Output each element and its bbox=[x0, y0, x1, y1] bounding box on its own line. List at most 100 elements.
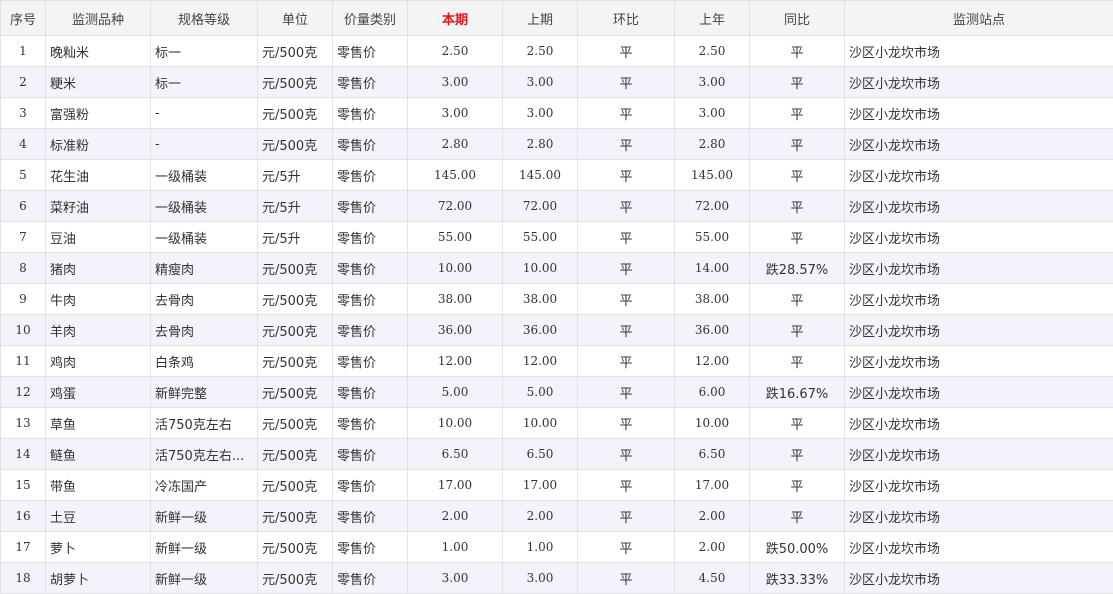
cell-item: 鲢鱼 bbox=[45, 438, 151, 470]
cell-current: 17.00 bbox=[407, 469, 503, 501]
cell-index: 8 bbox=[0, 252, 46, 284]
price-monitoring-table: 序号 监测品种 规格等级 单位 价量类别 本期 上期 环比 上年 同比 监测站点… bbox=[0, 0, 1113, 594]
cell-current: 2.50 bbox=[407, 35, 503, 67]
table-row: 12 鸡蛋 新鲜完整 元/500克 零售价 5.00 5.00 平 6.00 跌16.67% 沙区小… bbox=[0, 376, 1113, 408]
cell-current: 6.50 bbox=[407, 438, 503, 470]
cell-grade: 去骨肉 bbox=[150, 314, 258, 346]
cell-last-year: 17.00 bbox=[674, 469, 750, 501]
table-header-row: 序号 监测品种 规格等级 单位 价量类别 本期 上期 环比 上年 同比 监测站点 bbox=[0, 0, 1113, 36]
cell-unit: 元/500克 bbox=[257, 283, 333, 315]
cell-item: 羊肉 bbox=[45, 314, 151, 346]
cell-item: 带鱼 bbox=[45, 469, 151, 501]
cell-index: 9 bbox=[0, 283, 46, 315]
cell-price-type: 零售价 bbox=[332, 345, 408, 377]
cell-previous: 3.00 bbox=[502, 66, 578, 98]
cell-item: 晚籼米 bbox=[45, 35, 151, 67]
cell-last-year: 145.00 bbox=[674, 159, 750, 191]
cell-yoy: 平 bbox=[749, 500, 845, 532]
cell-item: 鸡蛋 bbox=[45, 376, 151, 408]
cell-station: 沙区小龙坎市场 bbox=[844, 314, 1113, 346]
cell-unit: 元/500克 bbox=[257, 252, 333, 284]
cell-current: 1.00 bbox=[407, 531, 503, 563]
cell-mom: 平 bbox=[577, 283, 675, 315]
cell-previous: 10.00 bbox=[502, 407, 578, 439]
cell-previous: 6.50 bbox=[502, 438, 578, 470]
cell-last-year: 4.50 bbox=[674, 562, 750, 594]
cell-grade: 新鲜一级 bbox=[150, 500, 258, 532]
header-mom-change[interactable]: 环比 bbox=[577, 0, 675, 36]
header-price-type[interactable]: 价量类别 bbox=[332, 0, 408, 36]
cell-price-type: 零售价 bbox=[332, 35, 408, 67]
header-yoy-change[interactable]: 同比 bbox=[749, 0, 845, 36]
cell-index: 1 bbox=[0, 35, 46, 67]
cell-previous: 17.00 bbox=[502, 469, 578, 501]
header-previous-period[interactable]: 上期 bbox=[502, 0, 578, 36]
table-row: 8 猪肉 精瘦肉 元/500克 零售价 10.00 10.00 平 14.00 跌28.57% 沙区… bbox=[0, 252, 1113, 284]
cell-current: 3.00 bbox=[407, 97, 503, 129]
header-station[interactable]: 监测站点 bbox=[844, 0, 1113, 36]
cell-current: 72.00 bbox=[407, 190, 503, 222]
cell-current: 12.00 bbox=[407, 345, 503, 377]
cell-current: 10.00 bbox=[407, 252, 503, 284]
header-item[interactable]: 监测品种 bbox=[45, 0, 151, 36]
cell-yoy: 平 bbox=[749, 469, 845, 501]
table-row: 1 晚籼米 标一 元/500克 零售价 2.50 2.50 平 2.50 平沙区小龙坎市场 bbox=[0, 35, 1113, 67]
cell-yoy: 跌33.33% bbox=[749, 562, 845, 594]
header-unit[interactable]: 单位 bbox=[257, 0, 333, 36]
cell-yoy: 平 bbox=[749, 66, 845, 98]
cell-station: 沙区小龙坎市场 bbox=[844, 283, 1113, 315]
cell-grade: 一级桶装 bbox=[150, 190, 258, 222]
cell-current: 3.00 bbox=[407, 562, 503, 594]
cell-grade: 去骨肉 bbox=[150, 283, 258, 315]
cell-previous: 36.00 bbox=[502, 314, 578, 346]
cell-yoy: 平 bbox=[749, 128, 845, 160]
cell-grade: 冷冻国产 bbox=[150, 469, 258, 501]
cell-station: 沙区小龙坎市场 bbox=[844, 407, 1113, 439]
cell-index: 5 bbox=[0, 159, 46, 191]
cell-station: 沙区小龙坎市场 bbox=[844, 66, 1113, 98]
cell-station: 沙区小龙坎市场 bbox=[844, 531, 1113, 563]
cell-grade: 标一 bbox=[150, 66, 258, 98]
cell-station: 沙区小龙坎市场 bbox=[844, 376, 1113, 408]
cell-station: 沙区小龙坎市场 bbox=[844, 438, 1113, 470]
cell-yoy: 平 bbox=[749, 35, 845, 67]
cell-last-year: 36.00 bbox=[674, 314, 750, 346]
cell-yoy: 平 bbox=[749, 97, 845, 129]
cell-station: 沙区小龙坎市场 bbox=[844, 190, 1113, 222]
cell-price-type: 零售价 bbox=[332, 283, 408, 315]
header-current-period[interactable]: 本期 bbox=[407, 0, 503, 36]
cell-current: 5.00 bbox=[407, 376, 503, 408]
header-last-year[interactable]: 上年 bbox=[674, 0, 750, 36]
cell-previous: 3.00 bbox=[502, 97, 578, 129]
cell-price-type: 零售价 bbox=[332, 500, 408, 532]
table-row: 4 标准粉 - 元/500克 零售价 2.80 2.80 平 2.80 平沙区小龙坎市场 bbox=[0, 128, 1113, 160]
cell-unit: 元/500克 bbox=[257, 376, 333, 408]
cell-last-year: 2.00 bbox=[674, 500, 750, 532]
cell-grade: 精瘦肉 bbox=[150, 252, 258, 284]
cell-current: 3.00 bbox=[407, 66, 503, 98]
cell-last-year: 2.50 bbox=[674, 35, 750, 67]
cell-station: 沙区小龙坎市场 bbox=[844, 128, 1113, 160]
cell-price-type: 零售价 bbox=[332, 407, 408, 439]
cell-index: 17 bbox=[0, 531, 46, 563]
table-row: 3 富强粉 - 元/500克 零售价 3.00 3.00 平 3.00 平沙区小龙坎市场 bbox=[0, 97, 1113, 129]
cell-item: 粳米 bbox=[45, 66, 151, 98]
header-grade[interactable]: 规格等级 bbox=[150, 0, 258, 36]
cell-previous: 10.00 bbox=[502, 252, 578, 284]
cell-mom: 平 bbox=[577, 159, 675, 191]
cell-last-year: 2.80 bbox=[674, 128, 750, 160]
cell-price-type: 零售价 bbox=[332, 221, 408, 253]
cell-grade: 活750克左右 bbox=[150, 407, 258, 439]
cell-unit: 元/5升 bbox=[257, 190, 333, 222]
cell-item: 牛肉 bbox=[45, 283, 151, 315]
cell-grade: 新鲜一级 bbox=[150, 562, 258, 594]
cell-index: 14 bbox=[0, 438, 46, 470]
cell-unit: 元/500克 bbox=[257, 531, 333, 563]
cell-mom: 平 bbox=[577, 66, 675, 98]
cell-mom: 平 bbox=[577, 562, 675, 594]
cell-mom: 平 bbox=[577, 128, 675, 160]
cell-item: 萝卜 bbox=[45, 531, 151, 563]
cell-last-year: 38.00 bbox=[674, 283, 750, 315]
cell-previous: 2.80 bbox=[502, 128, 578, 160]
header-index[interactable]: 序号 bbox=[0, 0, 46, 36]
